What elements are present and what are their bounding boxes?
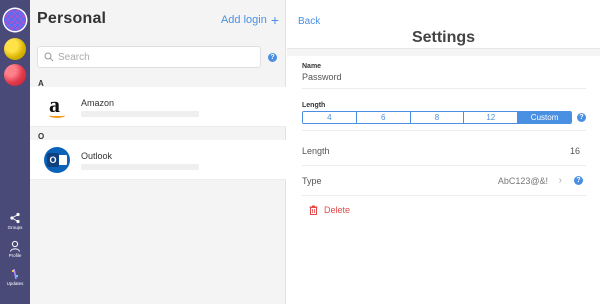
- length-option-8[interactable]: 8: [410, 112, 465, 123]
- trash-icon: [309, 205, 318, 215]
- entry-name: Amazon: [81, 98, 115, 108]
- entry-name: Outlook: [81, 151, 113, 161]
- vault-title: Personal: [37, 10, 107, 27]
- type-row-value: AbC123@&!: [497, 176, 548, 186]
- length-option-6[interactable]: 6: [356, 112, 411, 123]
- logins-list-panel: Personal Add login + ? A a Amazon O O: [30, 0, 286, 304]
- chevron-right-icon: ›: [558, 175, 562, 186]
- length-help-icon[interactable]: ?: [577, 113, 586, 122]
- groups-label: Groups: [7, 225, 23, 230]
- user-icon: [10, 240, 20, 252]
- profile-label: Profile: [8, 253, 22, 258]
- help-icon[interactable]: ?: [268, 53, 277, 62]
- length-option-12[interactable]: 12: [464, 112, 519, 123]
- header-divider: [287, 48, 600, 56]
- list-item-outlook[interactable]: O Outlook: [30, 140, 286, 180]
- add-login-label: Add login: [220, 14, 267, 26]
- length-option-custom[interactable]: Custom: [518, 112, 571, 123]
- plus-icon: +: [270, 12, 279, 28]
- vault-avatar-active[interactable]: [4, 9, 26, 31]
- updates-icon: [11, 268, 19, 280]
- length-label: Length: [302, 102, 326, 109]
- add-login-button[interactable]: Add login +: [220, 12, 279, 28]
- delete-label: Delete: [324, 205, 351, 215]
- vault-avatar-yellow[interactable]: [4, 38, 26, 60]
- length-segmented-control: 4 6 8 12 Custom: [302, 111, 572, 124]
- section-o-entries: O Outlook: [30, 140, 286, 180]
- profile-button[interactable]: Profile: [0, 240, 30, 258]
- name-label: Name: [302, 63, 322, 70]
- length-row-label: Length: [302, 146, 330, 156]
- section-a-entries: a Amazon: [30, 87, 286, 127]
- search-icon: [44, 52, 54, 62]
- name-value: Password: [302, 72, 342, 82]
- settings-panel: Back Settings Name Password Length 4 6 8…: [287, 0, 600, 304]
- updates-button[interactable]: Updates: [0, 268, 30, 286]
- groups-button[interactable]: Groups: [0, 212, 30, 230]
- search-input[interactable]: [58, 50, 256, 65]
- search-box[interactable]: [37, 46, 261, 68]
- outlook-logo-icon: O: [44, 147, 70, 173]
- entry-username-redacted: [81, 111, 199, 117]
- length-row[interactable]: Length 16: [302, 136, 586, 166]
- type-row[interactable]: Type AbC123@&! ›: [302, 166, 586, 196]
- length-option-4[interactable]: 4: [303, 112, 357, 123]
- updates-label: Updates: [6, 281, 24, 286]
- vault-avatar-red[interactable]: [4, 64, 26, 86]
- share-icon: [10, 212, 20, 224]
- vault-rail: Groups Profile Updates: [0, 0, 30, 304]
- page-title: Settings: [411, 29, 476, 46]
- type-help-icon[interactable]: ?: [574, 176, 583, 185]
- entry-username-redacted: [81, 164, 199, 170]
- type-row-label: Type: [302, 176, 322, 186]
- delete-button[interactable]: Delete: [309, 205, 350, 215]
- length-row-value: 16: [569, 146, 580, 156]
- back-link[interactable]: Back: [298, 16, 320, 27]
- list-item-amazon[interactable]: a Amazon: [30, 87, 286, 127]
- amazon-logo-icon: a: [44, 92, 70, 120]
